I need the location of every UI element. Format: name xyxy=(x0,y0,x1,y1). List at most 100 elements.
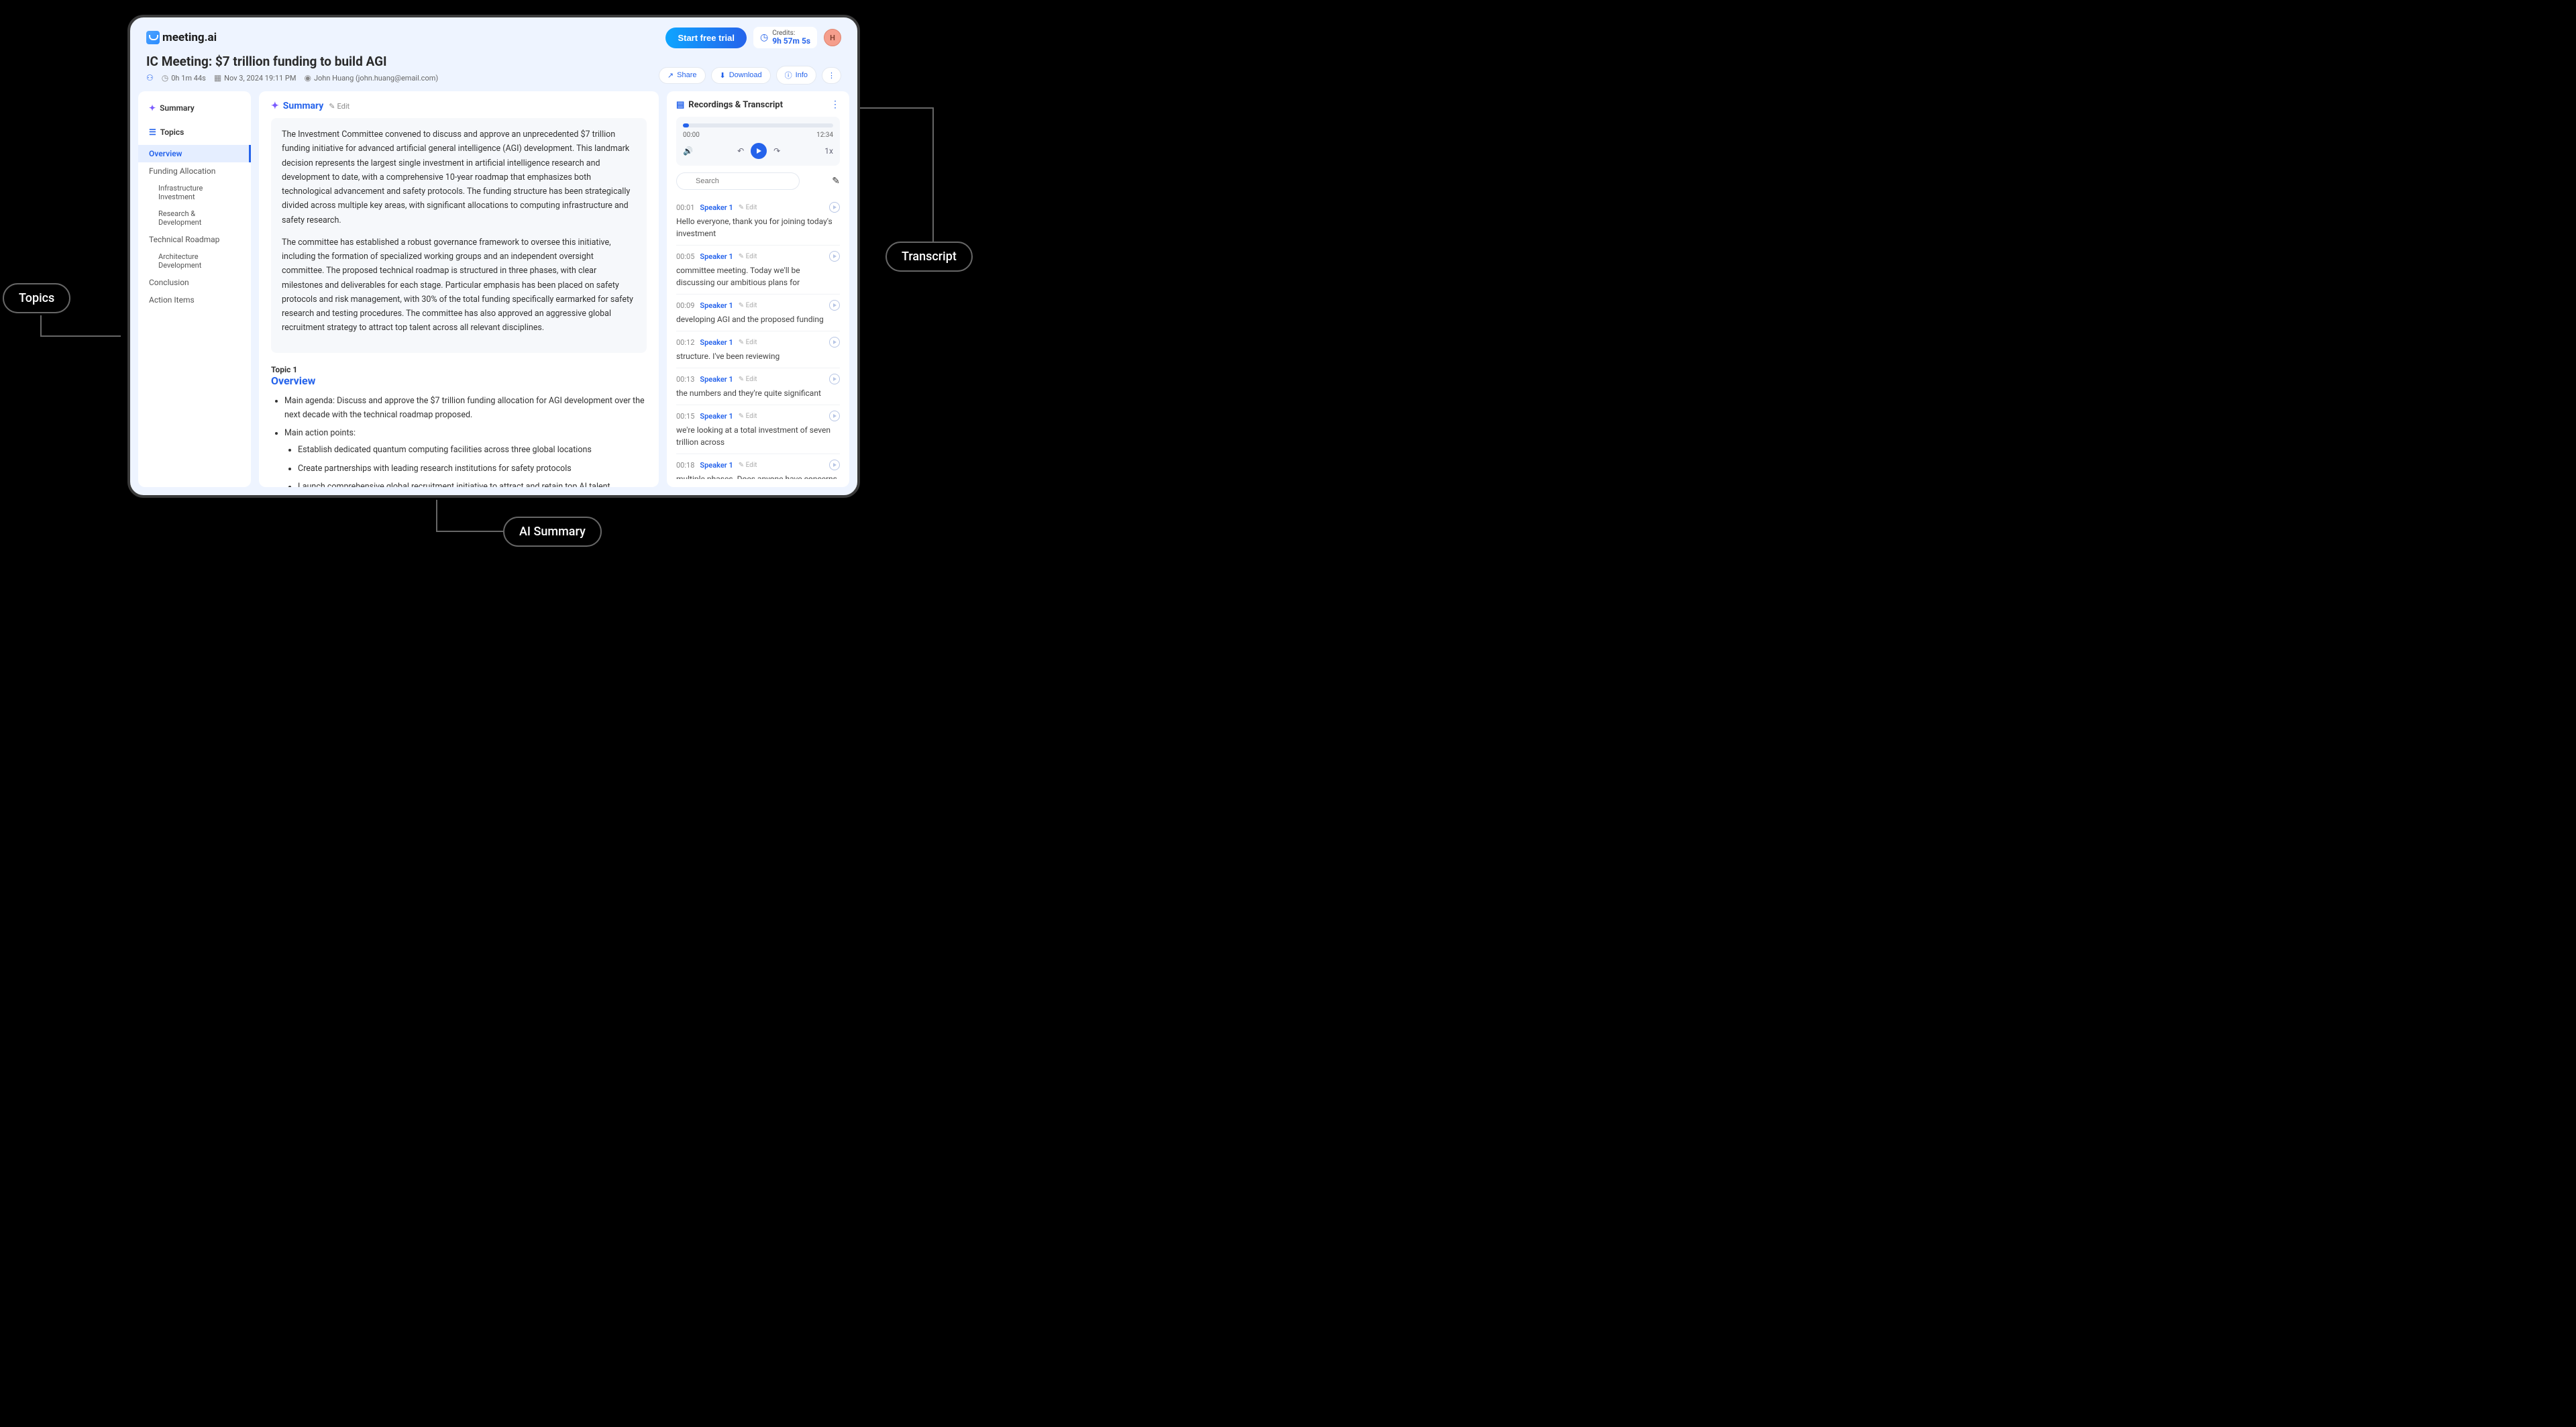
list-item: Main action points: Establish dedicated … xyxy=(284,426,647,487)
main-panel: ✦ Summary ✎ Edit The Investment Committe… xyxy=(259,91,659,487)
participants-icon: ⚇ xyxy=(146,73,154,83)
sidebar-item[interactable]: Overview xyxy=(138,145,251,162)
entry-speaker: Speaker 1 xyxy=(700,301,733,310)
entry-speaker: Speaker 1 xyxy=(700,338,733,347)
edit-summary-button[interactable]: ✎ Edit xyxy=(329,102,350,111)
entry-text: we're looking at a total investment of s… xyxy=(676,424,840,448)
brand-name: meeting.ai xyxy=(162,31,217,44)
sidebar-item[interactable]: Action Items xyxy=(138,291,251,309)
entry-edit-button[interactable]: ✎ Edit xyxy=(739,413,757,420)
entry-play-button[interactable] xyxy=(829,374,840,384)
summary-title: ✦ Summary xyxy=(271,101,323,111)
entry-time: 00:18 xyxy=(676,461,694,470)
player-controls: 🔊 ↶ ↷ 1x xyxy=(683,143,833,159)
entry-edit-button[interactable]: ✎ Edit xyxy=(739,339,757,346)
time-current: 00:00 xyxy=(683,131,700,139)
entry-speaker: Speaker 1 xyxy=(700,461,733,470)
entry-play-button[interactable] xyxy=(829,411,840,421)
sidebar-item[interactable]: Conclusion xyxy=(138,274,251,291)
progress-bar[interactable] xyxy=(683,123,833,127)
list-item: Establish dedicated quantum computing fa… xyxy=(298,443,647,457)
meeting-meta: ⚇ ◷0h 1m 44s ▦Nov 3, 2024 19:11 PM ◉John… xyxy=(146,73,438,83)
sidebar-item[interactable]: Funding Allocation xyxy=(138,162,251,180)
list-icon: ☰ xyxy=(149,127,156,137)
entry-edit-button[interactable]: ✎ Edit xyxy=(739,253,757,260)
transcript-header: ▤ Recordings & Transcript ⋮ xyxy=(676,99,840,110)
list-item: Create partnerships with leading researc… xyxy=(298,462,647,476)
logo: meeting.ai xyxy=(146,31,217,44)
speed-button[interactable]: 1x xyxy=(824,146,833,156)
header-actions: Start free trial ◷ Credits: 9h 57m 5s H xyxy=(665,27,841,48)
calendar-icon: ▦ xyxy=(214,73,221,83)
owner: ◉John Huang (john.huang@email.com) xyxy=(304,73,438,83)
entry-speaker: Speaker 1 xyxy=(700,375,733,384)
entry-play-button[interactable] xyxy=(829,251,840,262)
sidebar: ✦ Summary ☰ Topics OverviewFunding Alloc… xyxy=(138,91,251,487)
search-input[interactable] xyxy=(676,172,800,190)
transcript-entry[interactable]: 00:18Speaker 1✎ Editmultiple phases. Doe… xyxy=(676,454,840,479)
entry-time: 00:15 xyxy=(676,412,694,421)
entry-play-button[interactable] xyxy=(829,202,840,213)
transcript-list: 00:01 Speaker 1 ✎ Edit Hello everyone, than… xyxy=(676,197,840,479)
download-button[interactable]: ⬇Download xyxy=(711,67,771,84)
entry-time: 00:01 xyxy=(676,203,694,212)
entry-play-button[interactable] xyxy=(829,337,840,348)
entry-text: committee meeting. Today we'll be discus… xyxy=(676,264,840,288)
date: ▦Nov 3, 2024 19:11 PM xyxy=(214,73,297,83)
sidebar-item[interactable]: Architecture Development xyxy=(138,248,251,274)
edit-transcript-button[interactable]: ✎ xyxy=(832,176,840,187)
transcript-entry[interactable]: 00:05Speaker 1✎ Editcommittee meeting. T… xyxy=(676,246,840,295)
play-button[interactable] xyxy=(751,143,767,159)
volume-icon[interactable]: 🔊 xyxy=(683,146,693,156)
entry-edit-button[interactable]: ✎ Edit xyxy=(739,376,757,383)
more-button[interactable]: ⋮ xyxy=(822,67,841,84)
callout-topics: Topics xyxy=(3,283,70,313)
list-item: Launch comprehensive global recruitment … xyxy=(298,480,647,487)
sidebar-topics-section[interactable]: ☰ Topics xyxy=(138,125,251,140)
topic-title: Overview xyxy=(271,374,647,387)
transcript-entry[interactable]: 00:15Speaker 1✎ Editwe're looking at a t… xyxy=(676,405,840,454)
transcript-entry[interactable]: 00:09Speaker 1✎ Editdeveloping AGI and t… xyxy=(676,295,840,331)
meeting-info: IC Meeting: $7 trillion funding to build… xyxy=(146,54,438,83)
topic-bullets: Main agenda: Discuss and approve the $7 … xyxy=(271,394,647,487)
entry-text: structure. I've been reviewing xyxy=(676,350,840,362)
transcript-icon: ▤ xyxy=(676,100,684,110)
player-times: 00:00 12:34 xyxy=(683,131,833,139)
duration: ◷0h 1m 44s xyxy=(162,73,206,83)
summary-paragraph: The committee has established a robust g… xyxy=(282,235,636,335)
sidebar-item[interactable]: Technical Roadmap xyxy=(138,231,251,248)
entry-play-button[interactable] xyxy=(829,460,840,470)
rewind-icon[interactable]: ↶ xyxy=(737,146,744,156)
transcript-title: ▤ Recordings & Transcript xyxy=(676,100,783,110)
share-button[interactable]: ↗Share xyxy=(659,67,706,84)
transcript-entry[interactable]: 00:13Speaker 1✎ Editthe numbers and they… xyxy=(676,368,840,405)
content: ✦ Summary ☰ Topics OverviewFunding Alloc… xyxy=(130,91,857,495)
entry-text: Hello everyone, thank you for joining to… xyxy=(676,215,840,240)
logo-icon xyxy=(146,31,160,44)
credits-value: 9h 57m 5s xyxy=(772,37,810,46)
app-frame: meeting.ai Start free trial ◷ Credits: 9… xyxy=(127,15,860,498)
entry-speaker: Speaker 1 xyxy=(700,252,733,261)
entry-edit-button[interactable]: ✎ Edit xyxy=(739,302,757,309)
forward-icon[interactable]: ↷ xyxy=(773,146,780,156)
avatar[interactable]: H xyxy=(824,29,841,46)
info-button[interactable]: ⓘInfo xyxy=(776,66,816,85)
transcript-entry[interactable]: 00:12Speaker 1✎ Editstructure. I've been… xyxy=(676,331,840,368)
sidebar-summary-section[interactable]: ✦ Summary xyxy=(138,101,251,115)
entry-edit-button[interactable]: ✎ Edit xyxy=(739,204,757,211)
list-item: Main agenda: Discuss and approve the $7 … xyxy=(284,394,647,423)
start-trial-button[interactable]: Start free trial xyxy=(665,28,747,48)
audio-player: 00:00 12:34 🔊 ↶ ↷ 1x xyxy=(676,117,840,166)
transcript-entry[interactable]: 00:01Speaker 1✎ EditHello everyone, than… xyxy=(676,197,840,246)
transcript-panel: ▤ Recordings & Transcript ⋮ 00:00 12:34 … xyxy=(667,91,849,487)
header: meeting.ai Start free trial ◷ Credits: 9… xyxy=(130,17,857,48)
summary-paragraph: The Investment Committee convened to dis… xyxy=(282,127,636,227)
credits-badge[interactable]: ◷ Credits: 9h 57m 5s xyxy=(753,27,817,48)
entry-time: 00:13 xyxy=(676,375,694,384)
transcript-more-button[interactable]: ⋮ xyxy=(830,99,840,110)
entry-play-button[interactable] xyxy=(829,300,840,311)
entry-edit-button[interactable]: ✎ Edit xyxy=(739,462,757,469)
sidebar-item[interactable]: Research & Development xyxy=(138,205,251,231)
sidebar-item[interactable]: Infrastructure Investment xyxy=(138,180,251,205)
entry-text: developing AGI and the proposed funding xyxy=(676,313,840,325)
